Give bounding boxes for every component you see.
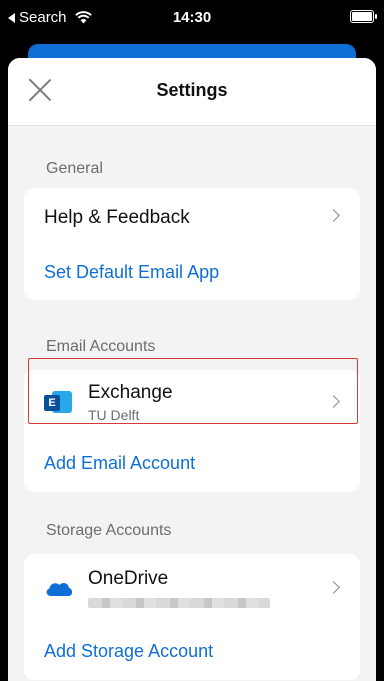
set-default-email-app-link[interactable]: Set Default Email App bbox=[24, 244, 360, 300]
exchange-account-text: Exchange TU Delft bbox=[88, 382, 173, 423]
general-card: Help & Feedback Set Default Email App bbox=[24, 188, 360, 300]
email-card: E Exchange TU Delft Add Email Account bbox=[24, 370, 360, 492]
onedrive-account-text: OneDrive bbox=[88, 568, 270, 608]
add-storage-account-link[interactable]: Add Storage Account bbox=[24, 622, 360, 680]
section-label-email: Email Accounts bbox=[46, 338, 156, 355]
add-email-account-link[interactable]: Add Email Account bbox=[24, 434, 360, 492]
section-label-general: General bbox=[46, 160, 103, 177]
battery-icon bbox=[350, 10, 377, 23]
onedrive-account-item[interactable]: OneDrive bbox=[24, 554, 360, 622]
redacted-account-email bbox=[88, 598, 270, 608]
chevron-right-icon bbox=[327, 395, 340, 408]
exchange-account-item[interactable]: E Exchange TU Delft bbox=[24, 370, 360, 434]
set-default-email-app-label: Set Default Email App bbox=[44, 261, 220, 282]
chevron-right-icon bbox=[327, 581, 340, 594]
chevron-right-icon bbox=[327, 209, 340, 222]
onedrive-account-name: OneDrive bbox=[88, 568, 169, 589]
help-feedback-label: Help & Feedback bbox=[44, 207, 190, 228]
exchange-account-org: TU Delft bbox=[88, 406, 140, 423]
onedrive-icon bbox=[46, 582, 73, 596]
help-feedback-item[interactable]: Help & Feedback bbox=[24, 188, 360, 244]
exchange-icon: E bbox=[44, 389, 72, 415]
exchange-account-name: Exchange bbox=[88, 381, 173, 403]
status-time: 14:30 bbox=[172, 9, 212, 26]
add-storage-account-label: Add Storage Account bbox=[44, 640, 214, 661]
status-bar: Search 14:30 bbox=[0, 0, 384, 44]
section-label-storage: Storage Accounts bbox=[46, 522, 172, 539]
settings-sheet: Settings General Help & Feedback Set Def… bbox=[8, 58, 376, 681]
sheet-header: Settings bbox=[8, 58, 376, 126]
add-email-account-label: Add Email Account bbox=[44, 452, 196, 473]
page-title: Settings bbox=[156, 80, 228, 100]
storage-card: OneDrive Add Storage Account bbox=[24, 554, 360, 680]
